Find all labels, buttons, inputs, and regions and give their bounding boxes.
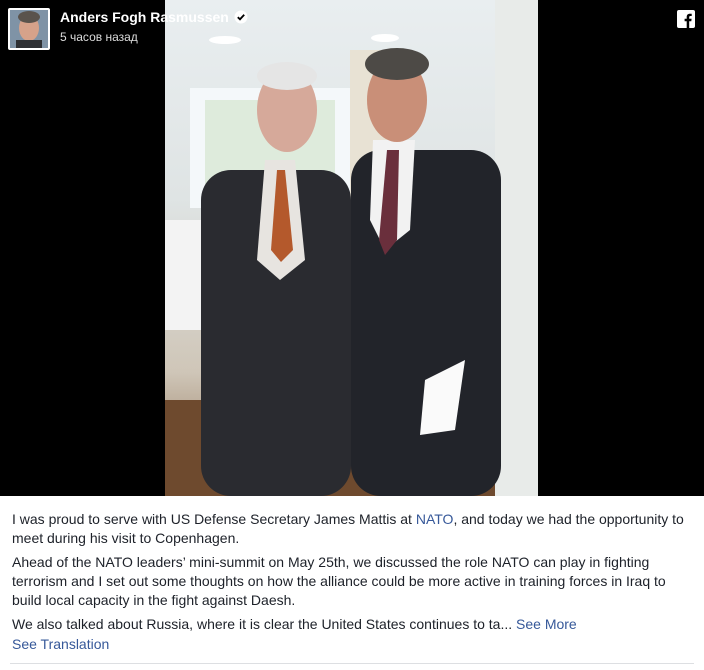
see-more-link[interactable]: See More bbox=[516, 616, 577, 632]
author-name[interactable]: Anders Fogh Rasmussen bbox=[60, 8, 229, 26]
verified-badge-icon bbox=[234, 10, 248, 24]
author-info: Anders Fogh Rasmussen 5 часов назад bbox=[60, 8, 248, 45]
post-paragraph-3: We also talked about Russia, where it is… bbox=[12, 615, 692, 634]
nato-link[interactable]: NATO bbox=[416, 511, 454, 527]
post-timestamp[interactable]: 5 часов назад bbox=[60, 29, 248, 45]
post-photo[interactable] bbox=[165, 0, 538, 496]
divider bbox=[10, 663, 694, 664]
paragraph-3-text: We also talked about Russia, where it is… bbox=[12, 616, 513, 632]
author-name-row: Anders Fogh Rasmussen bbox=[60, 8, 248, 26]
author-avatar[interactable] bbox=[8, 8, 50, 50]
post-paragraph-1: I was proud to serve with US Defense Sec… bbox=[12, 510, 692, 548]
post-paragraph-2: Ahead of the NATO leaders’ mini-summit o… bbox=[12, 554, 666, 608]
post-caption: I was proud to serve with US Defense Sec… bbox=[0, 496, 704, 670]
see-translation-link[interactable]: See Translation bbox=[12, 635, 692, 653]
facebook-icon[interactable] bbox=[677, 10, 695, 28]
post-photo-area[interactable]: Anders Fogh Rasmussen 5 часов назад bbox=[0, 0, 704, 496]
post-header: Anders Fogh Rasmussen 5 часов назад bbox=[8, 8, 248, 50]
paragraph-1-text-a: I was proud to serve with US Defense Sec… bbox=[12, 511, 416, 527]
